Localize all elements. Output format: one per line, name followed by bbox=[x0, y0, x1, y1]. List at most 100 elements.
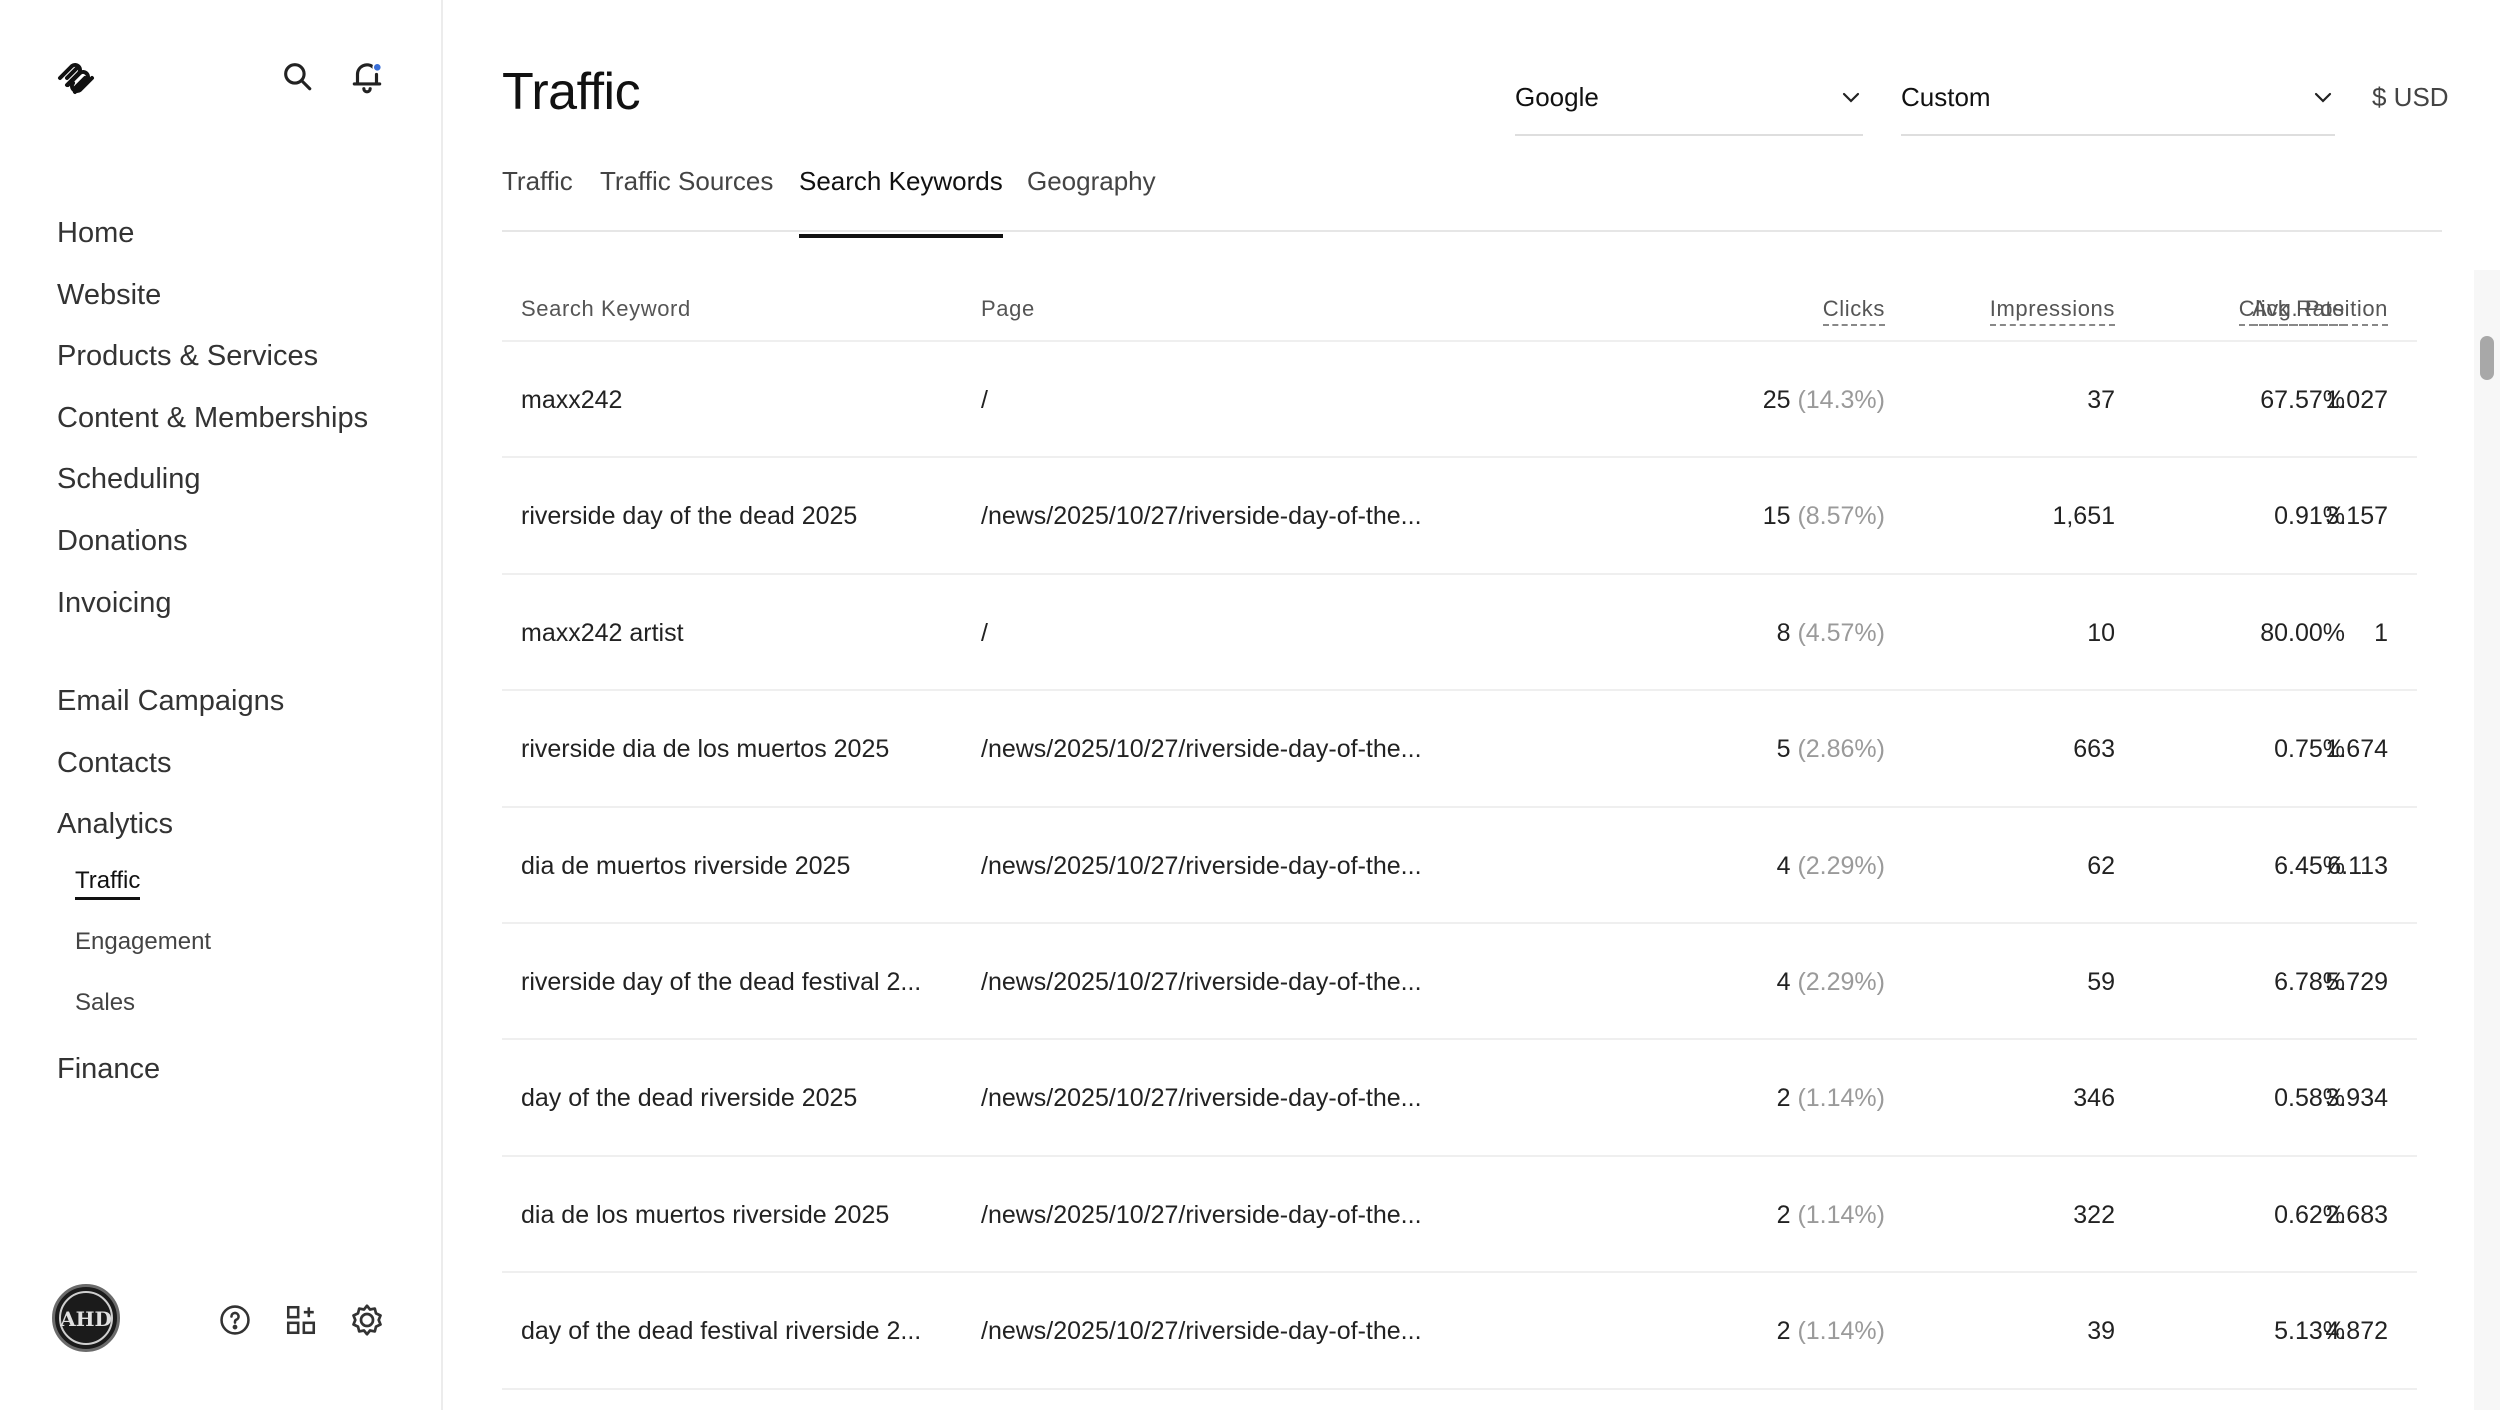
table-header: Search Keyword Page Clicks Impressions C… bbox=[502, 272, 2417, 342]
nav-item-finance[interactable]: Finance bbox=[57, 1044, 284, 1106]
keywords-table: Search Keyword Page Clicks Impressions C… bbox=[502, 272, 2417, 1390]
cell-clicks: 2 (1.14%) bbox=[1777, 1201, 1885, 1230]
cell-impressions: 62 bbox=[2087, 851, 2115, 880]
nav-item-donations[interactable]: Donations bbox=[57, 516, 368, 578]
cell-page[interactable]: / bbox=[981, 619, 988, 648]
nav-item-email-campaigns[interactable]: Email Campaigns bbox=[57, 676, 284, 738]
nav-item-content-memberships[interactable]: Content & Memberships bbox=[57, 393, 368, 455]
clicks-share: (14.3%) bbox=[1797, 386, 1885, 414]
cell-page[interactable]: /news/2025/10/27/riverside-day-of-the... bbox=[981, 735, 1422, 764]
clicks-share: (2.86%) bbox=[1797, 735, 1885, 764]
cell-impressions: 346 bbox=[2073, 1084, 2115, 1113]
table-row[interactable]: day of the dead riverside 2025/news/2025… bbox=[502, 1040, 2417, 1157]
help-icon[interactable] bbox=[215, 1300, 255, 1340]
nav-item-contacts[interactable]: Contacts bbox=[57, 738, 284, 800]
cell-page[interactable]: /news/2025/10/27/riverside-day-of-the... bbox=[981, 968, 1422, 997]
cell-avg-position: 2.683 bbox=[2325, 1200, 2388, 1229]
cell-avg-position: 3.157 bbox=[2325, 502, 2388, 531]
table-row[interactable]: maxx242/25 (14.3%) 37 67.57% 1.027 bbox=[502, 342, 2417, 459]
table-row[interactable]: day of the dead festival riverside 2... /… bbox=[502, 1273, 2417, 1390]
cell-impressions: 322 bbox=[2073, 1200, 2115, 1229]
tab-bar: Traffic Traffic Sources Search Keywords … bbox=[502, 160, 2442, 238]
sub-item-traffic[interactable]: Traffic bbox=[57, 861, 284, 922]
cell-clicks: 4 (2.29%) bbox=[1777, 968, 1885, 997]
cell-keyword: riverside day of the dead 2025 bbox=[521, 502, 858, 531]
col-impressions[interactable]: Impressions bbox=[1989, 296, 2115, 326]
table-body: maxx242/25 (14.3%) 37 67.57% 1.027 riverside… bbox=[502, 342, 2417, 1390]
cell-clicks: 2 (1.14%) bbox=[1777, 1084, 1885, 1113]
tab-geography[interactable]: Geography bbox=[1027, 166, 1156, 232]
cell-keyword: maxx242 bbox=[521, 386, 623, 414]
col-clicks-label: Clicks bbox=[1822, 296, 1885, 326]
sub-item-traffic-label: Traffic bbox=[75, 866, 141, 900]
cell-avg-position: 1.027 bbox=[2325, 386, 2388, 414]
avatar[interactable]: AHD bbox=[52, 1284, 120, 1352]
table-row[interactable]: riverside day of the dead festival 2... /… bbox=[502, 924, 2417, 1041]
nav-item-invoicing[interactable]: Invoicing bbox=[57, 578, 368, 640]
table-row[interactable]: riverside day of the dead 2025/news/2025… bbox=[502, 458, 2417, 575]
source-dropdown[interactable]: Google bbox=[1515, 70, 1863, 136]
col-avg-position[interactable]: Avg. Position bbox=[2242, 296, 2388, 326]
clicks-share: (1.14%) bbox=[1797, 1084, 1885, 1113]
cell-clicks: 15 (8.57%) bbox=[1763, 502, 1885, 531]
nav-item-website[interactable]: Website bbox=[57, 270, 368, 332]
clicks-share: (4.57%) bbox=[1797, 618, 1885, 647]
avatar-monogram: AHD bbox=[59, 1291, 113, 1345]
settings-icon[interactable] bbox=[347, 1300, 387, 1340]
col-search-keyword: Search Keyword bbox=[521, 296, 691, 321]
secondary-nav: Email Campaigns Contacts Analytics Traff… bbox=[57, 676, 284, 1105]
cell-keyword: riverside day of the dead festival 2... bbox=[521, 967, 922, 996]
tab-traffic-sources[interactable]: Traffic Sources bbox=[600, 166, 773, 232]
cell-keyword: dia de los muertos riverside 2025 bbox=[521, 1200, 890, 1229]
clicks-value: 15 bbox=[1762, 502, 1791, 531]
cell-avg-position: 1.674 bbox=[2325, 735, 2388, 764]
currency-selector[interactable]: $ USD bbox=[2372, 82, 2449, 113]
table-row[interactable]: maxx242 artist/8 (4.57%) 10 80.00% 1 bbox=[502, 575, 2417, 692]
clicks-share: (2.29%) bbox=[1797, 851, 1885, 880]
primary-nav: Home Website Products & Services Content… bbox=[57, 208, 368, 639]
cell-impressions: 37 bbox=[2087, 386, 2115, 414]
page-title: Traffic bbox=[502, 63, 641, 121]
cell-impressions: 10 bbox=[2087, 618, 2115, 647]
avatar-initials: AHD bbox=[59, 1307, 112, 1331]
scrollbar[interactable] bbox=[2474, 270, 2500, 1410]
sub-item-sales[interactable]: Sales bbox=[57, 983, 284, 1044]
nav-item-home[interactable]: Home bbox=[57, 208, 368, 270]
apps-icon[interactable] bbox=[281, 1300, 321, 1340]
cell-clicks: 8 (4.57%) bbox=[1777, 619, 1885, 648]
col-clicks[interactable]: Clicks bbox=[1822, 296, 1885, 326]
tab-search-keywords[interactable]: Search Keywords bbox=[799, 166, 1003, 238]
cell-page[interactable]: /news/2025/10/27/riverside-day-of-the... bbox=[981, 1317, 1422, 1346]
cell-keyword: day of the dead festival riverside 2... bbox=[521, 1317, 922, 1346]
search-icon[interactable] bbox=[277, 56, 317, 96]
scrollbar-thumb[interactable] bbox=[2480, 336, 2494, 380]
clicks-value: 2 bbox=[1776, 1317, 1791, 1346]
col-avg-position-label: Avg. Position bbox=[2252, 296, 2388, 326]
table-row[interactable]: dia de los muertos riverside 2025/news/2… bbox=[502, 1157, 2417, 1274]
table-row[interactable]: dia de muertos riverside 2025/news/2025/… bbox=[502, 808, 2417, 924]
cell-page[interactable]: /news/2025/10/27/riverside-day-of-the... bbox=[981, 1201, 1422, 1230]
tab-traffic[interactable]: Traffic bbox=[502, 166, 573, 232]
table-row[interactable]: riverside dia de los muertos 2025/news/2… bbox=[502, 691, 2417, 808]
col-page: Page bbox=[981, 296, 1035, 321]
cell-avg-position: 3.934 bbox=[2325, 1084, 2388, 1113]
cell-page[interactable]: / bbox=[981, 386, 988, 415]
clicks-value: 2 bbox=[1776, 1084, 1791, 1113]
nav-item-analytics[interactable]: Analytics bbox=[57, 799, 284, 861]
cell-avg-position: 6.113 bbox=[2327, 851, 2388, 880]
clicks-value: 25 bbox=[1762, 386, 1791, 414]
nav-item-scheduling[interactable]: Scheduling bbox=[57, 454, 368, 516]
cell-clicks: 4 (2.29%) bbox=[1777, 852, 1885, 881]
clicks-value: 4 bbox=[1776, 967, 1791, 996]
cell-page[interactable]: /news/2025/10/27/riverside-day-of-the... bbox=[981, 852, 1422, 881]
squarespace-logo-icon[interactable] bbox=[54, 56, 98, 100]
date-range-dropdown-value: Custom bbox=[1901, 82, 1991, 112]
cell-impressions: 1,651 bbox=[2052, 502, 2115, 531]
nav-item-products-services[interactable]: Products & Services bbox=[57, 331, 368, 393]
sub-item-engagement[interactable]: Engagement bbox=[57, 922, 284, 983]
cell-page[interactable]: /news/2025/10/27/riverside-day-of-the... bbox=[981, 502, 1422, 531]
cell-keyword: dia de muertos riverside 2025 bbox=[521, 851, 851, 880]
bell-icon[interactable] bbox=[347, 56, 387, 96]
date-range-dropdown[interactable]: Custom bbox=[1901, 70, 2335, 136]
cell-page[interactable]: /news/2025/10/27/riverside-day-of-the... bbox=[981, 1084, 1422, 1113]
